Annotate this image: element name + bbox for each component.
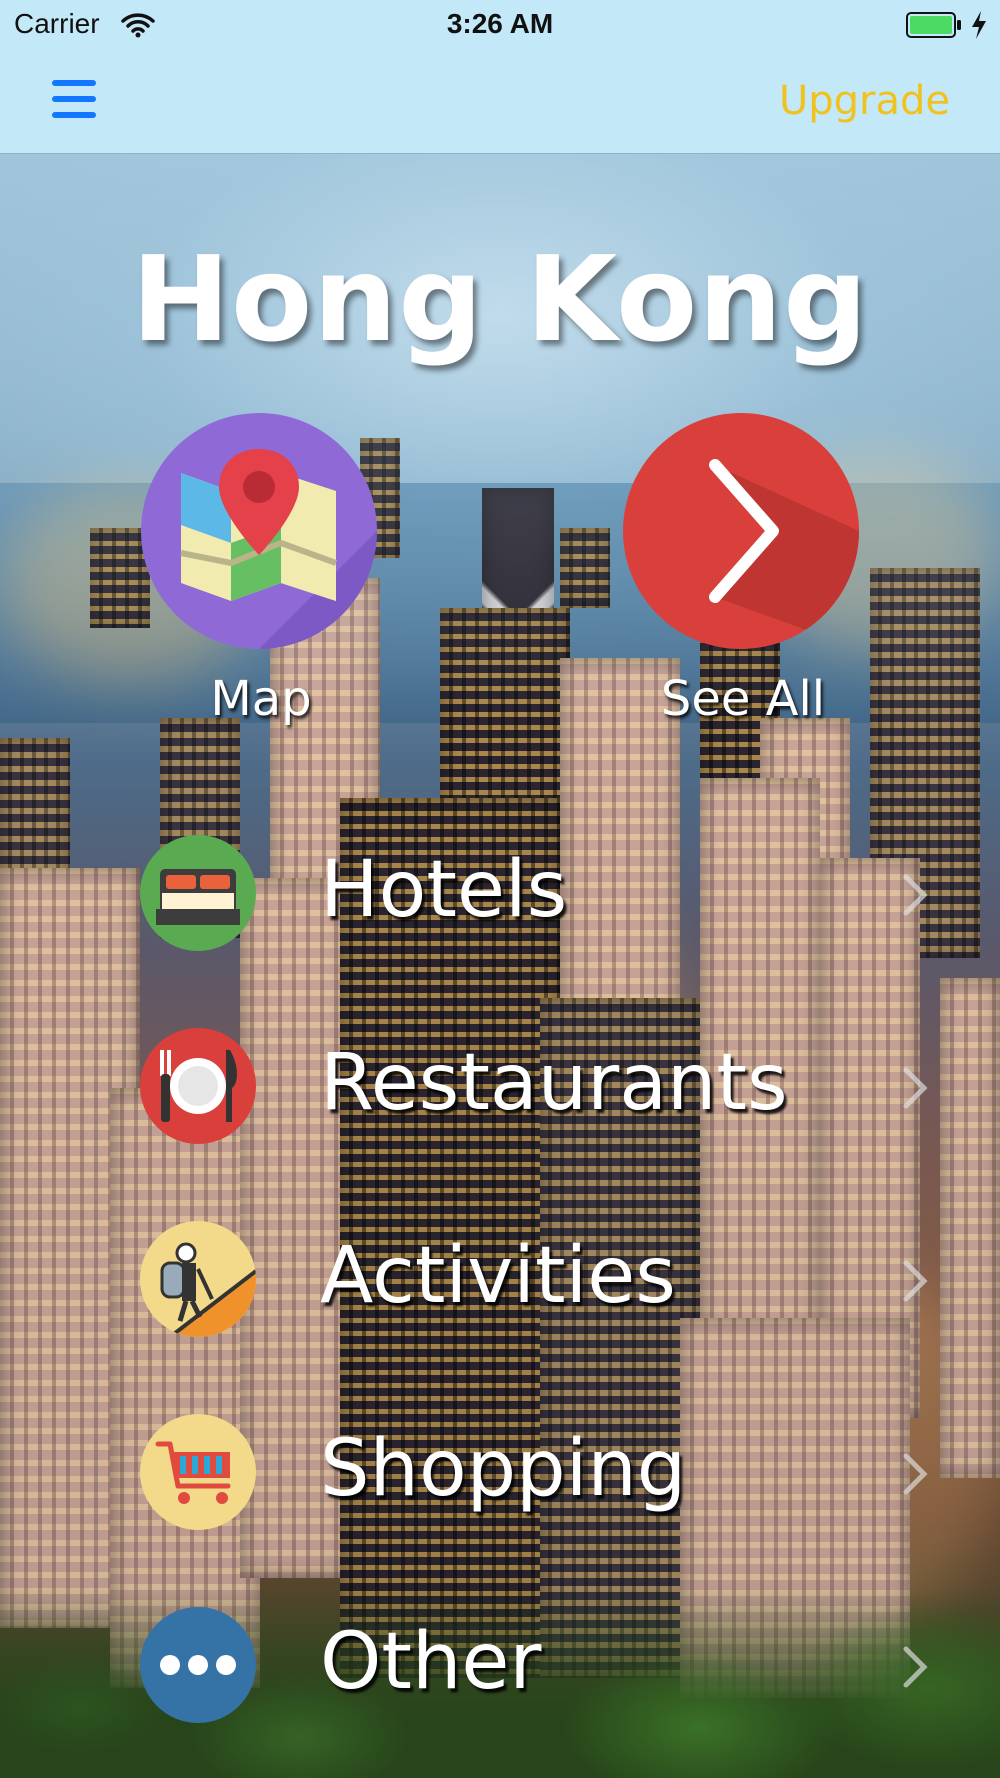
map-button[interactable]: Map (141, 413, 381, 727)
chevron-right-icon (903, 1067, 928, 1109)
charging-bolt-icon (972, 11, 986, 39)
category-label: Restaurants (320, 1038, 788, 1128)
background-city-image (0, 153, 1000, 1778)
see-all-label: See All (660, 671, 826, 727)
category-hotels[interactable]: Hotels (140, 835, 930, 955)
see-all-button[interactable]: See All (623, 413, 863, 727)
shopping-cart-icon (155, 1441, 231, 1504)
bed-icon (156, 869, 240, 925)
category-label: Hotels (320, 845, 568, 935)
upgrade-button[interactable]: Upgrade (779, 78, 950, 124)
city-title: Hong Kong (131, 230, 869, 368)
category-label: Other (320, 1617, 542, 1707)
hiker-mountain-icon (160, 1242, 256, 1337)
hamburger-menu-icon (52, 80, 96, 86)
map-pin-icon (180, 449, 377, 649)
category-shopping[interactable]: Shopping (140, 1414, 930, 1534)
category-activities[interactable]: Activities (140, 1221, 930, 1341)
battery-charging-icon (906, 12, 961, 38)
top-bar: Carrier 3:26 AM Upgrade (0, 0, 1000, 154)
chevron-right-icon (903, 1453, 928, 1495)
chevron-right-icon (903, 1646, 928, 1688)
category-label: Shopping (320, 1424, 687, 1514)
category-label: Activities (320, 1231, 676, 1321)
chevron-right-icon (903, 874, 928, 916)
chevron-right-icon (903, 1260, 928, 1302)
category-restaurants[interactable]: Restaurants (140, 1028, 930, 1148)
chevron-right-icon (709, 459, 859, 649)
map-label: Map (210, 671, 312, 727)
more-dots-icon (160, 1655, 236, 1675)
status-time: 3:26 AM (446, 8, 554, 39)
category-other[interactable]: Other (140, 1607, 930, 1727)
plate-cutlery-icon (160, 1050, 237, 1122)
menu-button[interactable] (44, 72, 108, 128)
